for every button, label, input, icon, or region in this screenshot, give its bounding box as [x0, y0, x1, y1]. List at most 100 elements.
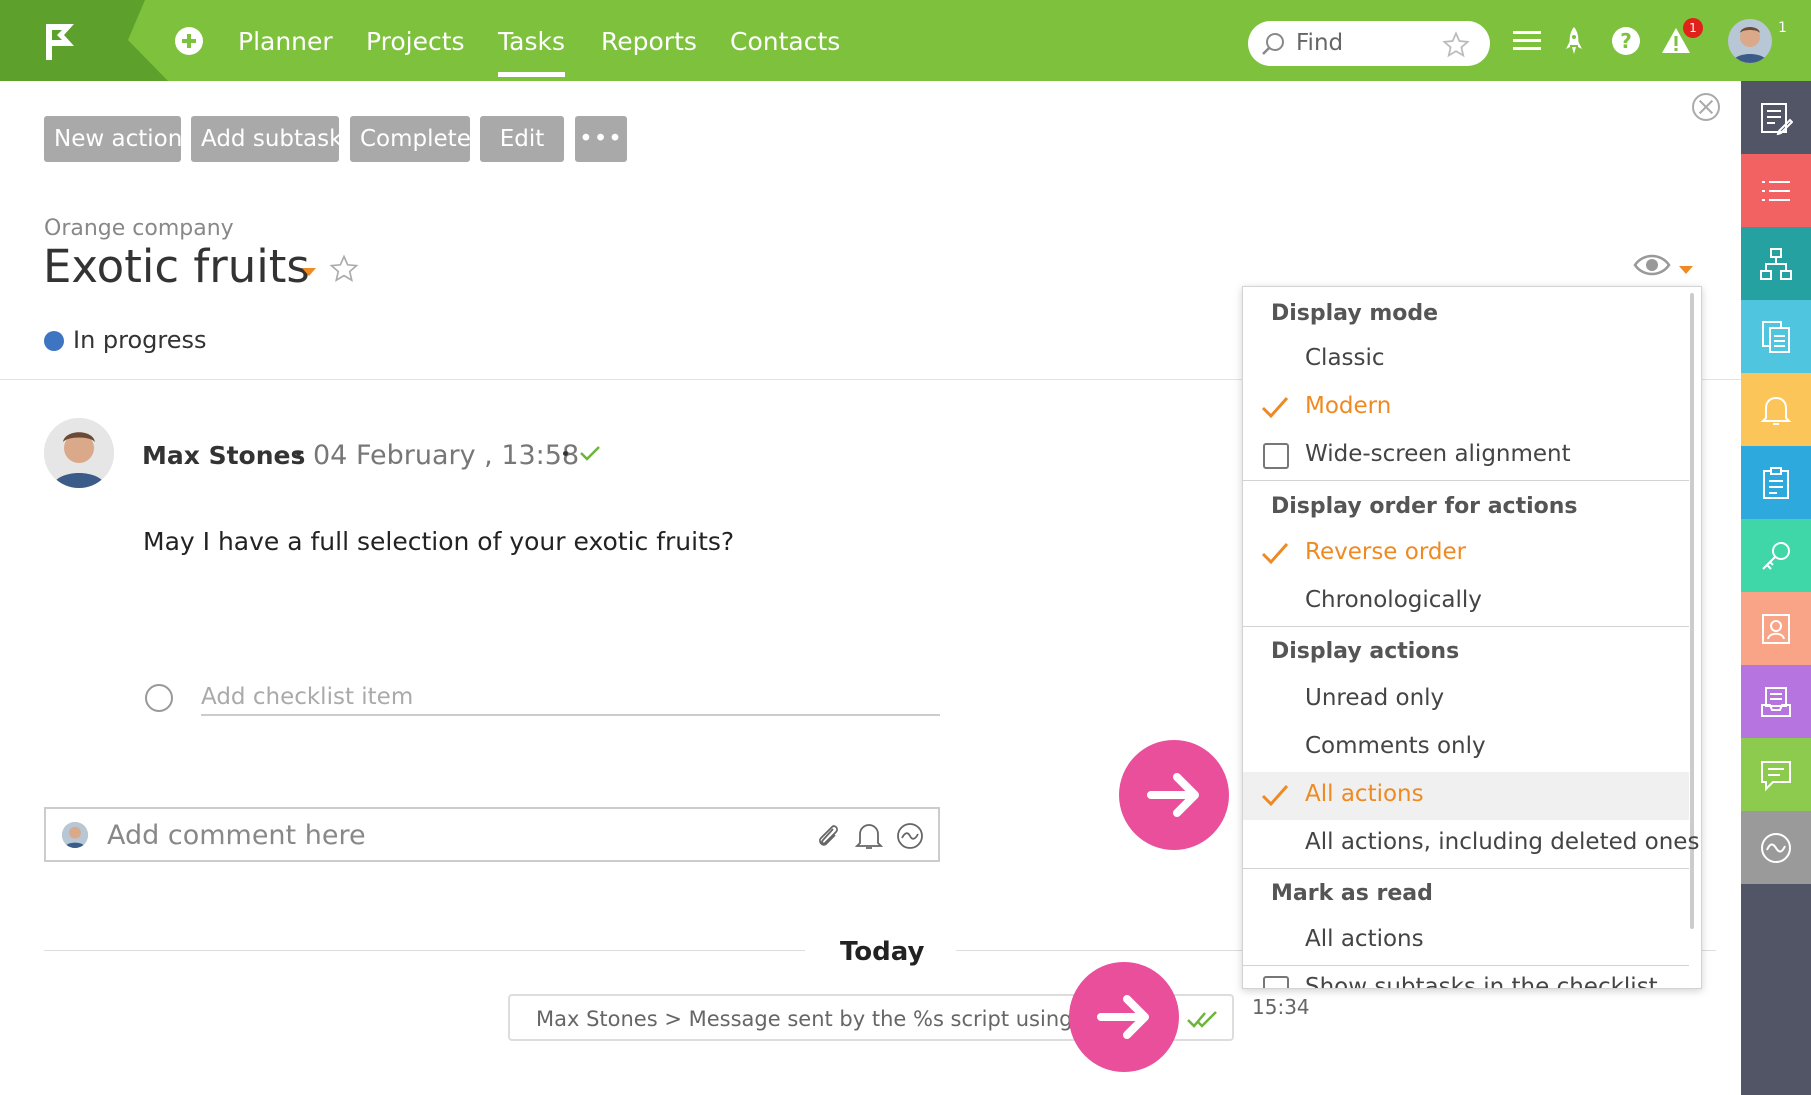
status-indicator [44, 331, 64, 351]
rocket-icon[interactable] [1558, 25, 1590, 57]
comment-avatar-image [62, 822, 88, 848]
option-label: Reverse order [1305, 539, 1467, 565]
more-options-button[interactable]: ••• [575, 116, 627, 162]
comment-box [44, 807, 940, 862]
rightbar-key[interactable] [1741, 519, 1811, 592]
title-dropdown-caret-icon[interactable] [302, 268, 316, 276]
hamburger-menu-icon[interactable] [1511, 25, 1543, 57]
option-mark-all-actions[interactable]: All actions [1243, 917, 1689, 965]
author-avatar-image [44, 418, 114, 488]
highlight-arrow-icon [1119, 740, 1229, 850]
complete-button[interactable]: Complete [350, 116, 471, 162]
avatar-image [1728, 19, 1772, 63]
rightbar-chat[interactable] [1741, 738, 1811, 811]
search-box [1248, 21, 1490, 66]
chat-icon [1761, 760, 1791, 791]
top-navigation-bar: Planner Projects Tasks Reports Contacts … [0, 0, 1811, 81]
option-label: All actions, including deleted ones [1305, 829, 1700, 855]
nav-projects[interactable]: Projects [366, 27, 465, 56]
clipboard-icon [1763, 466, 1789, 499]
option-reverse-order[interactable]: Reverse order [1243, 530, 1689, 578]
comment-avatar [62, 822, 88, 848]
post-author[interactable]: Max Stones [142, 441, 305, 470]
favorite-star-icon[interactable] [329, 254, 359, 284]
help-icon[interactable]: ? [1610, 25, 1642, 57]
create-plus-button[interactable] [175, 27, 203, 55]
bell-icon[interactable] [854, 821, 884, 851]
rightbar-inbox[interactable] [1741, 665, 1811, 738]
highlight-arrow-icon [1069, 962, 1179, 1072]
inbox-icon [1761, 686, 1791, 717]
user-avatar[interactable] [1728, 19, 1772, 63]
option-all-including-deleted[interactable]: All actions, including deleted ones [1243, 820, 1699, 868]
rightbar-notifications[interactable] [1741, 373, 1811, 446]
add-checklist-item-input[interactable] [201, 680, 940, 716]
checkbox-checked[interactable] [1263, 976, 1289, 988]
nav-planner[interactable]: Planner [238, 27, 333, 56]
post-body: May I have a full selection of your exot… [143, 527, 735, 556]
dropdown-separator [1243, 626, 1689, 627]
rightbar-documents[interactable] [1741, 300, 1811, 373]
rightbar-hierarchy[interactable] [1741, 227, 1811, 300]
nav-reports[interactable]: Reports [601, 27, 697, 56]
new-action-button[interactable]: New action [44, 116, 182, 162]
notification-badge: 1 [1683, 18, 1703, 38]
option-comments-only[interactable]: Comments only [1243, 724, 1689, 772]
option-show-subtasks[interactable]: Show subtasks in the checklist [1243, 968, 1689, 989]
nav-tasks[interactable]: Tasks [498, 27, 565, 56]
option-label: Comments only [1305, 733, 1486, 759]
nav-contacts[interactable]: Contacts [730, 27, 840, 56]
active-tab-indicator [498, 72, 565, 77]
wave-icon[interactable] [895, 821, 925, 851]
checkbox-unchecked[interactable] [1263, 443, 1289, 469]
search-input[interactable] [1296, 29, 1426, 57]
option-classic[interactable]: Classic [1243, 336, 1689, 384]
option-label: Show subtasks in the checklist [1305, 974, 1658, 989]
option-chronologically[interactable]: Chronologically [1243, 578, 1689, 626]
option-label: Modern [1305, 393, 1392, 419]
paperclip-icon[interactable] [813, 821, 843, 851]
author-avatar[interactable] [44, 418, 114, 488]
double-check-icon [1187, 1011, 1217, 1028]
option-label: Chronologically [1305, 587, 1482, 613]
flag-logo-icon[interactable] [42, 22, 78, 62]
eye-icon[interactable] [1633, 251, 1671, 279]
rightbar-edit-list[interactable] [1741, 81, 1811, 154]
close-icon[interactable] [1692, 93, 1720, 121]
favorites-star-icon[interactable] [1442, 31, 1470, 59]
view-options-dropdown: Display mode Classic Modern Wide-screen … [1242, 286, 1702, 989]
add-subtask-button[interactable]: Add subtask [191, 116, 342, 162]
contact-card-icon [1762, 613, 1790, 644]
comment-input[interactable] [107, 818, 647, 852]
arrow-right-icon [1097, 995, 1149, 1039]
list-icon [1762, 180, 1790, 201]
dropdown-separator [1243, 868, 1689, 869]
option-unread-only[interactable]: Unread only [1243, 676, 1689, 724]
rightbar-activity[interactable] [1741, 811, 1811, 884]
section-display-actions: Display actions [1271, 639, 1460, 664]
option-all-actions[interactable]: All actions [1243, 772, 1689, 820]
documents-icon [1762, 320, 1790, 353]
section-display-mode: Display mode [1271, 301, 1439, 326]
rightbar-clipboard[interactable] [1741, 446, 1811, 519]
right-sidebar [1741, 81, 1811, 1095]
post-date: 04 February , 13:58 [313, 440, 580, 471]
read-check-icon [580, 446, 600, 461]
checklist-item-checkbox[interactable] [145, 684, 173, 712]
view-options-caret-icon[interactable] [1679, 266, 1693, 274]
option-modern[interactable]: Modern [1243, 384, 1689, 432]
dropdown-separator [1243, 965, 1689, 966]
option-label: All actions [1305, 781, 1424, 807]
edit-list-icon [1761, 102, 1793, 135]
rightbar-list[interactable] [1741, 154, 1811, 227]
option-label: All actions [1305, 926, 1424, 952]
company-name[interactable]: Orange company [44, 216, 234, 241]
edit-button[interactable]: Edit [480, 116, 564, 162]
wave-icon [1761, 832, 1791, 863]
rightbar-contacts[interactable] [1741, 592, 1811, 665]
option-wide-screen[interactable]: Wide-screen alignment [1243, 432, 1689, 480]
dropdown-separator [1243, 480, 1689, 481]
separator-dot [296, 451, 301, 456]
task-status[interactable]: In progress [73, 326, 207, 354]
checkmark-icon [1261, 543, 1289, 565]
